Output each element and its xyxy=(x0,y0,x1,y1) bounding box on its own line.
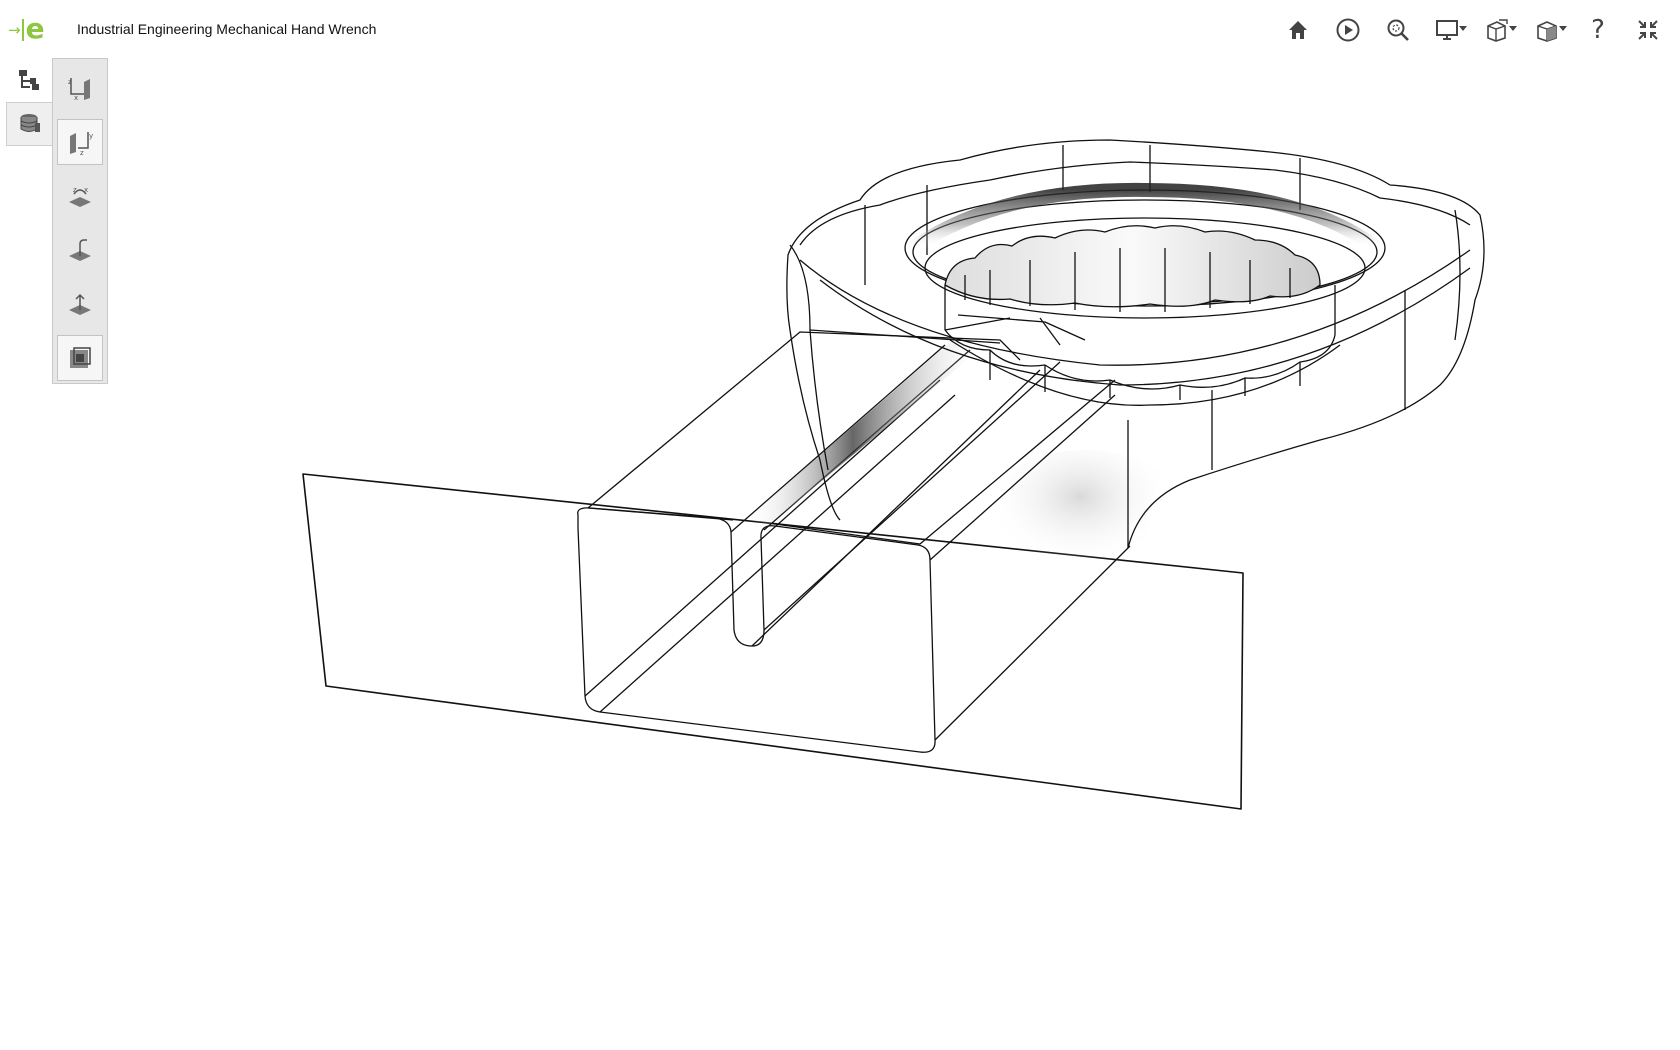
side-view-icon: z y xyxy=(70,132,93,156)
part-stack-button[interactable] xyxy=(6,102,52,146)
fit-view-icon xyxy=(70,347,91,368)
document-title: Industrial Engineering Mechanical Hand W… xyxy=(77,21,377,37)
brand-logo-icon[interactable]: → e xyxy=(8,14,52,46)
logo-arrow-icon: → xyxy=(8,20,21,39)
play-button[interactable] xyxy=(1328,12,1368,48)
left-palette xyxy=(6,58,53,146)
part-stack-icon xyxy=(20,114,40,132)
model-tree-icon xyxy=(19,70,39,90)
top-toolbar: ? xyxy=(1268,12,1668,48)
home-icon xyxy=(1289,21,1307,39)
socket-ring-bottom xyxy=(944,329,1336,390)
3d-viewport[interactable] xyxy=(0,0,1680,1050)
display-mode-button[interactable] xyxy=(1428,12,1468,48)
fullscreen-exit-icon xyxy=(1638,20,1658,40)
svg-text:z: z xyxy=(80,149,84,156)
socket-ring-top xyxy=(944,225,1321,308)
zoom-button[interactable] xyxy=(1378,12,1418,48)
top-view-button[interactable]: z x xyxy=(57,173,103,219)
app-root: → e Industrial Engineering Mechanical Ha… xyxy=(0,0,1680,1050)
standard-views-panel: x z z y z x xyxy=(52,58,108,384)
logo-e-glyph: e xyxy=(25,11,45,45)
explode-icon xyxy=(1487,19,1508,42)
svg-text:y: y xyxy=(89,132,93,140)
chevron-down-icon xyxy=(1509,26,1517,31)
svg-text:x: x xyxy=(84,186,88,194)
svg-text:x: x xyxy=(74,94,78,102)
section-icon xyxy=(1537,21,1557,42)
home-button[interactable] xyxy=(1278,12,1318,48)
front-view-button[interactable]: x z xyxy=(57,65,103,111)
fit-view-button[interactable] xyxy=(57,335,103,381)
play-icon xyxy=(1336,18,1360,42)
fullscreen-exit-button[interactable] xyxy=(1628,12,1668,48)
front-view-icon: x z xyxy=(68,78,90,102)
help-button[interactable]: ? xyxy=(1578,12,1618,48)
svg-text:z: z xyxy=(73,186,77,194)
zoom-icon xyxy=(1387,19,1409,41)
chevron-down-icon xyxy=(1459,26,1467,31)
explode-button[interactable] xyxy=(1478,12,1518,48)
help-icon: ? xyxy=(1591,15,1605,45)
iso-view-icon xyxy=(69,293,91,315)
section-button[interactable] xyxy=(1528,12,1568,48)
side-view-button[interactable]: z y xyxy=(57,119,103,165)
chevron-down-icon xyxy=(1559,26,1567,31)
display-mode-icon xyxy=(1436,20,1458,40)
bottom-view-icon xyxy=(69,239,91,261)
iso-view-button[interactable] xyxy=(57,281,103,327)
logo-bar xyxy=(21,19,24,41)
wrench-shank-end xyxy=(577,507,936,753)
top-view-icon: z x xyxy=(69,186,91,207)
bottom-view-button[interactable] xyxy=(57,227,103,273)
model-tree-button[interactable] xyxy=(6,58,52,102)
svg-text:z: z xyxy=(68,78,72,86)
